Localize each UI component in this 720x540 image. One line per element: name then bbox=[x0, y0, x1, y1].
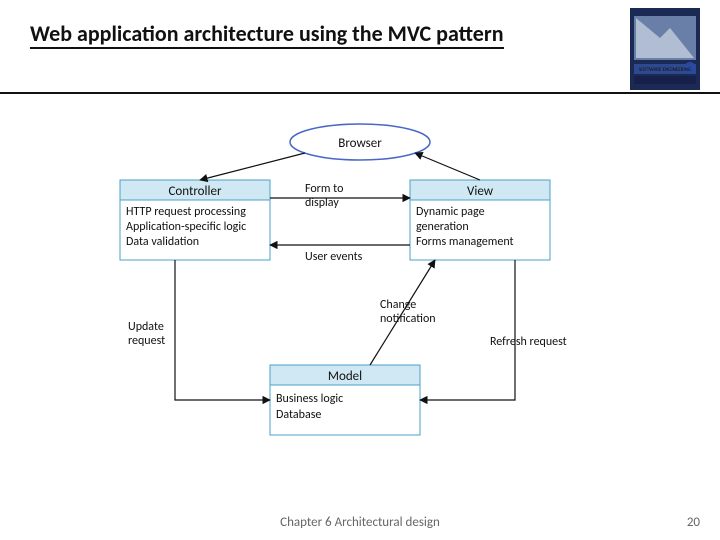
label-change-notification-2: notification bbox=[380, 312, 436, 326]
title-underline bbox=[0, 92, 720, 94]
slide: Web application architecture using the M… bbox=[0, 0, 720, 540]
view-title: View bbox=[467, 184, 494, 199]
book-cover-image: SOFTWARE ENGINEERING bbox=[630, 8, 700, 90]
label-update-request-2: request bbox=[128, 334, 165, 348]
controller-title: Controller bbox=[169, 184, 222, 199]
controller-box: Controller HTTP request processing Appli… bbox=[120, 180, 270, 260]
edge-browser-controller bbox=[200, 153, 305, 180]
view-line: generation bbox=[416, 220, 469, 234]
controller-line: HTTP request processing bbox=[126, 205, 246, 219]
edge-update-request bbox=[175, 260, 270, 400]
edge-view-browser bbox=[415, 153, 480, 180]
edge-refresh-request bbox=[420, 260, 515, 400]
label-change-notification-1: Change bbox=[380, 298, 416, 312]
slide-title-text: Web application architecture using the M… bbox=[30, 20, 504, 49]
label-update-request-1: Update bbox=[128, 320, 164, 334]
model-line: Database bbox=[276, 408, 321, 422]
label-form-to-display-2: display bbox=[305, 196, 339, 210]
footer-text: Chapter 6 Architectural design bbox=[0, 515, 720, 530]
label-refresh-request: Refresh request bbox=[490, 335, 567, 349]
svg-text:SOFTWARE ENGINEERING: SOFTWARE ENGINEERING bbox=[639, 67, 691, 73]
controller-line: Data validation bbox=[126, 235, 199, 249]
model-box: Model Business logic Database bbox=[270, 365, 420, 435]
label-user-events: User events bbox=[305, 250, 363, 264]
model-title: Model bbox=[328, 369, 362, 384]
page-number: 20 bbox=[687, 515, 700, 530]
view-line: Dynamic page bbox=[416, 205, 485, 219]
model-line: Business logic bbox=[276, 392, 343, 406]
slide-title: Web application architecture using the M… bbox=[30, 20, 550, 47]
view-line: Forms management bbox=[416, 235, 514, 249]
controller-line: Application-specific logic bbox=[126, 220, 246, 234]
mvc-diagram: Browser Controller HTTP request processi… bbox=[80, 120, 640, 480]
browser-label: Browser bbox=[338, 136, 382, 151]
view-box: View Dynamic page generation Forms manag… bbox=[410, 180, 550, 260]
label-form-to-display-1: Form to bbox=[305, 182, 343, 196]
